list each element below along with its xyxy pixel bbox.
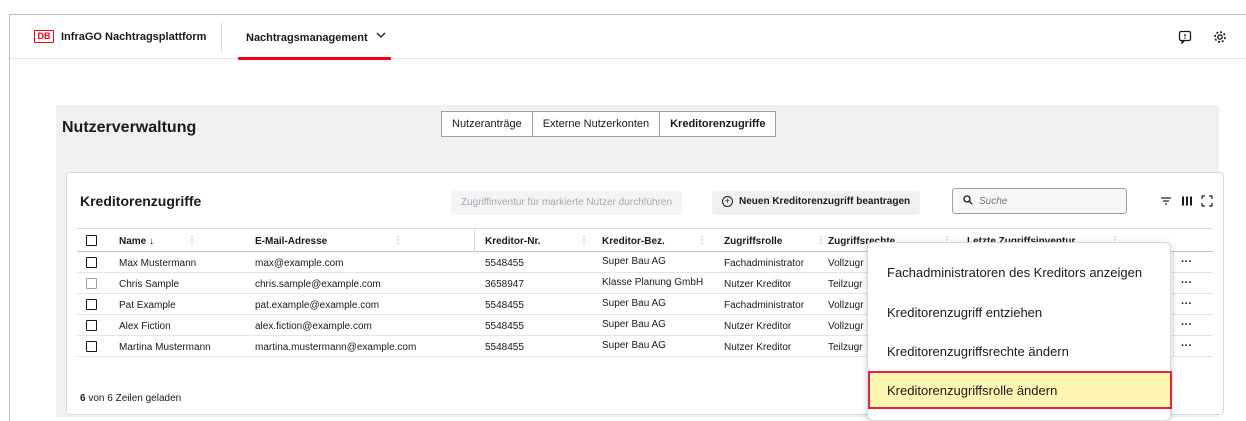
cell-email: chris.sample@example.com	[255, 279, 381, 290]
cell-zugriffsrolle: Nutzer Kreditor	[724, 342, 792, 353]
row-count-text: von 6 Zeilen geladen	[88, 393, 182, 404]
cell-email: pat.example@example.com	[255, 300, 380, 311]
cell-name: Chris Sample	[119, 279, 180, 290]
menu-item-show-admins[interactable]: Fachadministratoren des Kreditors anzeig…	[887, 265, 1142, 280]
card-title: Kreditorenzugriffe	[80, 193, 202, 209]
cell-kreditor-nr: 5548455	[485, 300, 524, 311]
column-divider	[1173, 252, 1174, 273]
cell-email: max@example.com	[255, 258, 344, 269]
cell-zugriffsrolle: Fachadministrator	[724, 258, 805, 269]
column-menu-icon[interactable]: ⋮	[697, 235, 707, 246]
row-checkbox[interactable]	[86, 278, 97, 289]
row-checkbox[interactable]	[86, 257, 97, 268]
menu-item-change-role[interactable]: Kreditorenzugriffsrolle ändern	[887, 383, 1057, 398]
filter-icon[interactable]	[1160, 194, 1172, 206]
new-access-button-label: Neuen Kreditorenzugriff beantragen	[739, 196, 911, 207]
column-menu-icon[interactable]: ⋮	[393, 235, 403, 246]
search-input[interactable]	[979, 195, 1119, 207]
cell-zugriffsrechte: Teilzugr	[828, 279, 863, 290]
cell-kreditor-bez: Super Bau AG	[602, 319, 666, 330]
row-action-menu: Fachadministratoren des Kreditors anzeig…	[867, 242, 1172, 421]
nav-menu-label: Nachtragsmanagement	[246, 32, 368, 44]
menu-item-revoke-access[interactable]: Kreditorenzugriff entziehen	[887, 305, 1042, 320]
divider	[221, 23, 222, 51]
tab-nutzerantraege[interactable]: Nutzeranträge	[442, 112, 533, 136]
cell-kreditor-nr: 5548455	[485, 258, 524, 269]
top-navigation-bar: DB InfraGO Nachtragsplattform Nachtragsm…	[10, 15, 1246, 60]
tab-bar: Nutzeranträge Externe Nutzerkonten Kredi…	[441, 111, 777, 137]
cell-name: Pat Example	[119, 300, 176, 311]
column-divider	[1173, 294, 1174, 315]
search-field[interactable]	[952, 188, 1127, 214]
cell-kreditor-nr: 5548455	[485, 321, 524, 332]
row-checkbox[interactable]	[86, 341, 97, 352]
row-more-icon[interactable]: ···	[1181, 298, 1192, 310]
column-menu-icon[interactable]: ⋮	[816, 235, 826, 246]
chevron-down-icon	[376, 31, 386, 42]
column-divider	[1173, 315, 1174, 336]
cell-zugriffsrechte: Vollzugr	[828, 300, 864, 311]
row-more-icon[interactable]: ···	[1181, 319, 1192, 331]
page-title: Nutzerverwaltung	[62, 119, 197, 136]
cell-kreditor-bez: Super Bau AG	[602, 256, 666, 267]
column-menu-icon[interactable]: ⋮	[187, 235, 197, 246]
cell-kreditor-bez: Super Bau AG	[602, 298, 666, 309]
row-more-icon[interactable]: ···	[1181, 256, 1192, 268]
select-all-checkbox[interactable]	[86, 235, 97, 246]
columns-icon[interactable]	[1181, 194, 1193, 206]
col-zugriffsrolle[interactable]: Zugriffsrolle	[724, 236, 782, 247]
col-kreditor-bez[interactable]: Kreditor-Bez.	[602, 236, 665, 247]
column-divider	[474, 229, 475, 252]
cell-email: martina.mustermann@example.com	[255, 342, 417, 353]
nav-menu-nachtragsmanagement[interactable]: Nachtragsmanagement	[238, 28, 394, 60]
column-menu-icon[interactable]: ⋮	[579, 235, 589, 246]
search-icon	[963, 192, 973, 210]
cell-zugriffsrechte: Teilzugr	[828, 342, 863, 353]
cell-kreditor-nr: 3658947	[485, 279, 524, 290]
cell-kreditor-bez: Super Bau AG	[602, 340, 666, 351]
col-email[interactable]: E-Mail-Adresse	[255, 236, 327, 247]
cell-kreditor-bez: Klasse Planung GmbH	[602, 277, 704, 288]
fullscreen-icon[interactable]	[1201, 194, 1213, 207]
menu-item-change-rights[interactable]: Kreditorenzugriffsrechte ändern	[887, 344, 1069, 359]
row-count-number: 6	[80, 393, 86, 404]
column-divider	[1173, 273, 1174, 294]
col-name[interactable]: Name ↓	[119, 236, 154, 247]
cell-name: Alex Fiction	[119, 321, 171, 332]
tab-kreditorenzugriffe[interactable]: Kreditorenzugriffe	[660, 112, 775, 136]
cell-name: Martina Mustermann	[119, 342, 211, 353]
cell-zugriffsrechte: Vollzugr	[828, 258, 864, 269]
row-checkbox[interactable]	[86, 320, 97, 331]
brand[interactable]: DB InfraGO Nachtragsplattform	[34, 30, 206, 43]
col-kreditor-nr[interactable]: Kreditor-Nr.	[485, 236, 541, 247]
column-divider	[1173, 336, 1174, 357]
cell-email: alex.fiction@example.com	[255, 321, 372, 332]
row-more-icon[interactable]: ···	[1181, 277, 1192, 289]
row-checkbox[interactable]	[86, 299, 97, 310]
inventory-button[interactable]: Zugriffinventur für markierte Nutzer dur…	[451, 191, 683, 215]
cell-name: Max Mustermann	[119, 258, 197, 269]
sort-arrow-icon: ↓	[149, 236, 155, 247]
feedback-icon[interactable]	[1178, 30, 1192, 45]
new-access-button[interactable]: + Neuen Kreditorenzugriff beantragen	[712, 191, 921, 215]
row-more-icon[interactable]: ···	[1181, 340, 1192, 352]
gear-icon[interactable]	[1213, 30, 1227, 44]
app-name: InfraGO Nachtragsplattform	[61, 30, 207, 43]
cell-zugriffsrolle: Nutzer Kreditor	[724, 279, 792, 290]
cell-zugriffsrechte: Vollzugr	[828, 321, 864, 332]
cell-zugriffsrolle: Fachadministrator	[724, 300, 805, 311]
tab-externe-nutzerkonten[interactable]: Externe Nutzerkonten	[533, 112, 661, 136]
plus-circle-icon: +	[722, 196, 733, 207]
active-nav-indicator	[238, 57, 391, 60]
cell-zugriffsrolle: Nutzer Kreditor	[724, 321, 792, 332]
row-count-status: 6 von 6 Zeilen geladen	[80, 393, 181, 404]
db-logo: DB	[34, 30, 54, 43]
cell-kreditor-nr: 5548455	[485, 342, 524, 353]
